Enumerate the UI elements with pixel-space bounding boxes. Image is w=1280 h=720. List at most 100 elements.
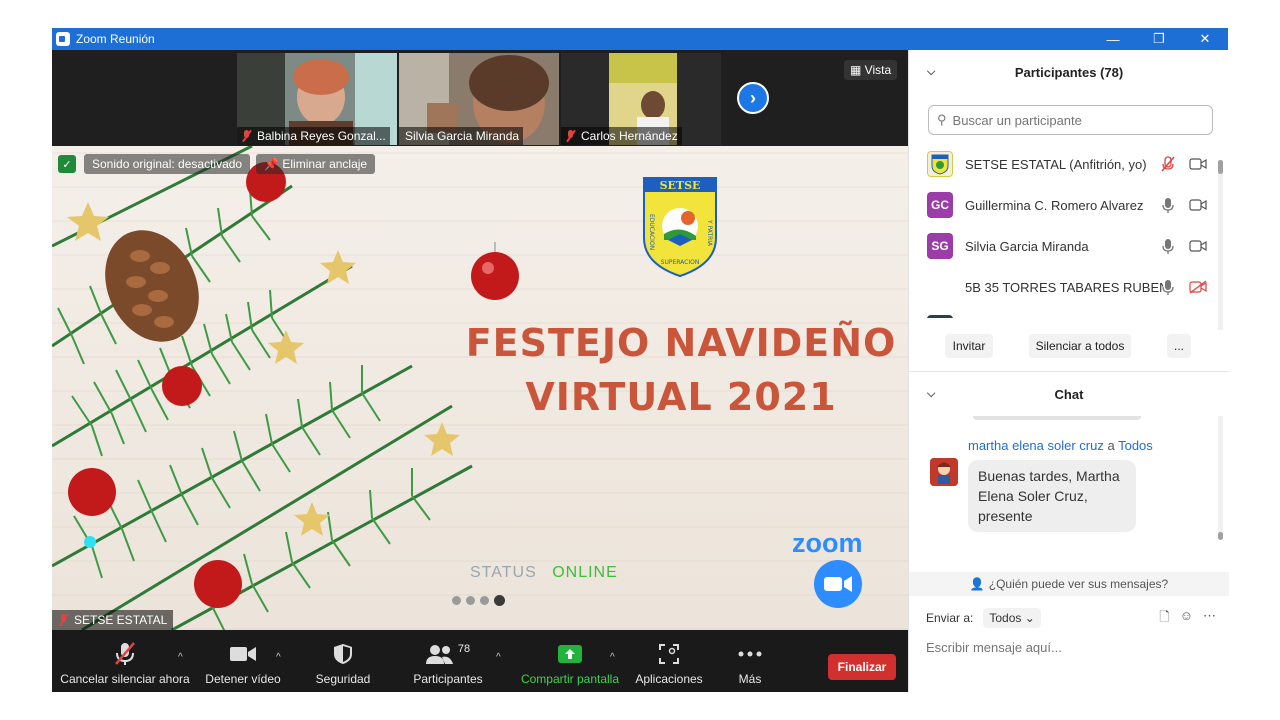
unmute-button[interactable]: Cancelar silenciar ahora	[60, 630, 190, 692]
title-bar: Zoom Reunión — ❐ ✕	[52, 28, 1228, 50]
event-title: FESTEJO NAVIDEÑO VIRTUAL 2021	[456, 316, 906, 424]
video-tile-silvia[interactable]: Silvia Garcia Miranda	[399, 53, 559, 145]
emoji-icon[interactable]: ☺	[1180, 608, 1193, 630]
zoom-app-icon	[56, 32, 70, 46]
pagination-dot-active[interactable]	[494, 595, 505, 606]
participants-list: SETSE ESTATAL (Anfitrión, yo) GC Guiller…	[909, 144, 1221, 318]
send-to-label: Enviar a:	[926, 611, 974, 625]
previous-message-edge	[973, 416, 1141, 420]
event-title-line2: VIRTUAL 2021	[525, 375, 837, 419]
shield-icon	[333, 640, 353, 668]
stop-video-button[interactable]: Detener vídeo	[202, 630, 284, 692]
participant-search[interactable]: ⚲	[928, 105, 1213, 135]
pagination-dot[interactable]	[452, 596, 461, 605]
restore-button[interactable]: ❐	[1136, 28, 1182, 50]
mic-icon	[1162, 198, 1174, 213]
apps-button[interactable]: Aplicaciones	[632, 630, 706, 692]
slide-pagination-dots[interactable]	[452, 595, 505, 606]
participants-header: ⌵ Participantes (78)	[909, 50, 1229, 94]
minimize-button[interactable]: —	[1090, 28, 1136, 50]
message-sender-line: martha elena soler cruz a Todos	[968, 438, 1153, 453]
who-can-see-label: ¿Quién puede ver sus mensajes?	[988, 577, 1169, 591]
pagination-dot[interactable]	[480, 596, 489, 605]
participant-row[interactable]	[909, 308, 1221, 318]
original-sound-toggle[interactable]: Sonido original: desactivado	[84, 154, 251, 174]
participant-row[interactable]: SG Silvia Garcia Miranda	[909, 226, 1221, 266]
mic-muted-icon	[1161, 156, 1175, 172]
message-sender[interactable]: martha elena soler cruz	[968, 438, 1104, 453]
presenter-name: SETSE ESTATAL	[74, 613, 168, 627]
share-screen-button[interactable]: Compartir pantalla	[518, 630, 622, 692]
participant-row[interactable]: GC Guillermina C. Romero Alvarez	[909, 185, 1221, 225]
mic-muted-icon	[58, 614, 68, 626]
participants-icon: 78	[425, 640, 470, 668]
encryption-shield-icon: ✓	[58, 155, 76, 173]
mic-muted-icon	[565, 130, 575, 142]
meeting-controls-toolbar: Cancelar silenciar ahora ^ Detener vídeo…	[52, 630, 908, 692]
chat-scrollbar[interactable]	[1218, 416, 1223, 540]
video-options-caret-icon[interactable]: ^	[276, 652, 281, 663]
end-meeting-button[interactable]: Finalizar	[828, 654, 896, 680]
pin-icon: 📌	[264, 157, 283, 171]
chat-header: ⌵ Chat	[909, 374, 1229, 414]
status-indicator: STATUS ONLINE	[470, 564, 618, 582]
collapse-chevron-icon[interactable]: ⌵	[927, 388, 935, 401]
setse-logo: SETSE EDUCACION Y PATRIA SUPERACION	[643, 177, 717, 278]
share-options-caret-icon[interactable]: ^	[610, 652, 615, 663]
mic-muted-icon	[241, 130, 251, 142]
send-to-dropdown[interactable]: Todos ⌄	[983, 608, 1041, 628]
panel-divider	[909, 371, 1229, 372]
file-icon[interactable]: 🗋	[1159, 608, 1169, 630]
view-button-label: Vista	[864, 63, 892, 77]
view-button[interactable]: ▦ Vista	[844, 60, 898, 80]
zoom-camera-logo-icon	[814, 560, 862, 608]
video-tile-carlos[interactable]: Carlos Hernández	[561, 53, 721, 145]
meeting-area: Balbina Reyes Gonzal... Silvia Garcia Mi…	[52, 50, 908, 692]
participant-name: Balbina Reyes Gonzal...	[257, 129, 386, 143]
unmute-label: Cancelar silenciar ahora	[60, 672, 190, 686]
more-options-icon[interactable]: ⋯	[1203, 608, 1216, 630]
video-camera-icon	[1189, 158, 1207, 170]
participant-row[interactable]: SETSE ESTATAL (Anfitrión, yo)	[909, 144, 1221, 184]
logo-left-text: EDUCACION	[648, 214, 655, 250]
participant-search-input[interactable]	[952, 112, 1193, 128]
participants-more-button[interactable]: ...	[1167, 334, 1191, 358]
avatar	[927, 151, 953, 177]
unpin-button[interactable]: 📌 Eliminar anclaje	[256, 154, 376, 174]
close-button[interactable]: ✕	[1182, 28, 1228, 50]
participants-label: Participantes	[413, 672, 483, 686]
share-screen-icon	[558, 640, 582, 668]
screen-share-info-bar: ✓ Sonido original: desactivado 📌 Elimina…	[58, 154, 381, 174]
audio-options-caret-icon[interactable]: ^	[178, 652, 183, 663]
participants-button[interactable]: 78 Participantes	[408, 630, 488, 692]
message-to-word: a	[1107, 438, 1115, 453]
window-title: Zoom Reunión	[76, 32, 155, 46]
who-can-see-messages[interactable]: 👤 ¿Quién puede ver sus mensajes?	[909, 572, 1229, 596]
participant-row[interactable]: 5B 35 TORRES TABARES RUBEN ...	[909, 267, 1221, 307]
invite-button[interactable]: Invitar	[945, 334, 993, 358]
participants-scrollbar[interactable]	[1218, 160, 1223, 330]
pagination-dot[interactable]	[466, 596, 475, 605]
next-page-arrow-icon[interactable]: ›	[737, 82, 769, 114]
logo-text: SETSE	[660, 179, 701, 192]
avatar: SG	[927, 233, 953, 259]
logo-right-text: Y PATRIA	[706, 219, 713, 247]
participant-status-icons	[1161, 279, 1207, 295]
participants-title: Participantes (78)	[1014, 64, 1124, 80]
chat-message-input[interactable]	[926, 636, 1216, 658]
stop-video-label: Detener vídeo	[205, 672, 281, 686]
participants-options-caret-icon[interactable]: ^	[496, 652, 501, 663]
more-button[interactable]: Más	[728, 630, 772, 692]
thumbnail-name-tag: Carlos Hernández	[561, 127, 682, 145]
avatar	[927, 274, 953, 300]
participant-status-icons	[1161, 238, 1207, 254]
mute-all-button[interactable]: Silenciar a todos	[1029, 334, 1131, 358]
chat-input-icons: 🗋 ☺ ⋯	[1159, 608, 1216, 630]
security-label: Seguridad	[315, 672, 371, 686]
message-recipient[interactable]: Todos	[1118, 438, 1153, 453]
presenter-name-tag: SETSE ESTATAL	[52, 610, 174, 630]
collapse-chevron-icon[interactable]: ⌵	[927, 66, 935, 79]
mic-icon	[1162, 280, 1174, 295]
video-tile-balbina[interactable]: Balbina Reyes Gonzal...	[237, 53, 397, 145]
security-button[interactable]: Seguridad	[310, 630, 376, 692]
